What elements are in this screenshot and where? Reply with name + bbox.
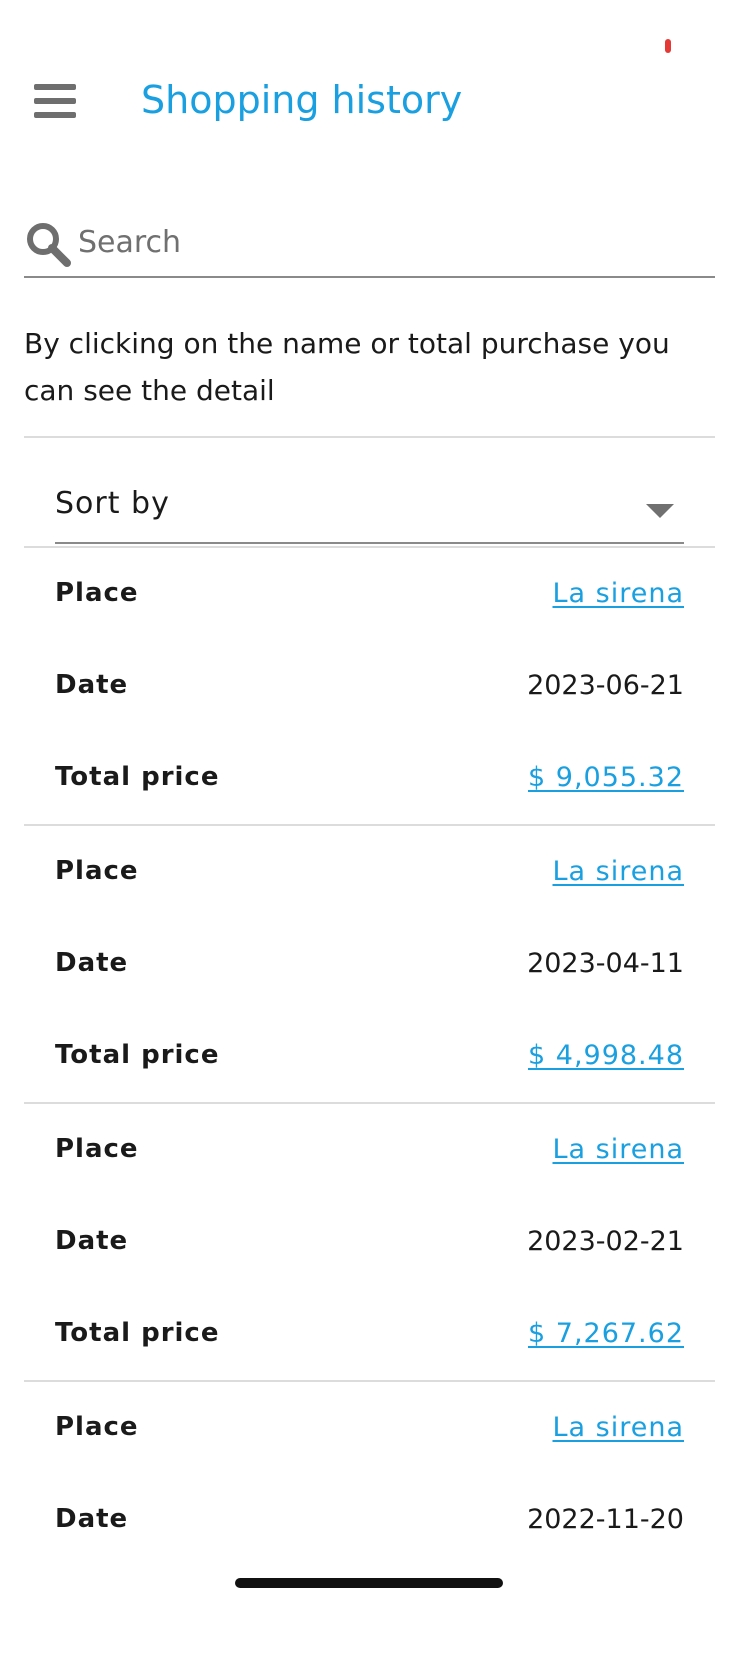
total-price-link[interactable]: $ 9,055.32	[528, 762, 684, 793]
total-price-row: Total price $ 4,998.48	[55, 1040, 684, 1080]
search-bar	[24, 216, 715, 278]
home-indicator[interactable]	[235, 1578, 503, 1588]
place-row: Place La sirena	[55, 1134, 684, 1174]
place-row: Place La sirena	[55, 1412, 684, 1452]
place-link[interactable]: La sirena	[552, 856, 684, 887]
purchase-record: Place La sirena Date 2023-04-11 Total pr…	[24, 826, 715, 1108]
date-label: Date	[55, 948, 129, 978]
total-price-label: Total price	[55, 1318, 220, 1348]
place-row: Place La sirena	[55, 856, 684, 896]
date-label: Date	[55, 670, 129, 700]
page-title: Shopping history	[141, 78, 463, 122]
place-row: Place La sirena	[55, 578, 684, 618]
app-bar: Shopping history	[0, 70, 739, 138]
place-link[interactable]: La sirena	[552, 1134, 684, 1165]
status-indicator	[665, 39, 671, 53]
menu-line	[34, 98, 76, 104]
hamburger-menu-icon[interactable]	[34, 82, 76, 120]
total-price-row: Total price $ 7,267.62	[55, 1318, 684, 1358]
date-row: Date 2023-04-11	[55, 948, 684, 988]
date-value: 2023-02-21	[527, 1226, 684, 1257]
divider	[24, 436, 715, 438]
date-row: Date 2023-06-21	[55, 670, 684, 710]
purchase-record: Place La sirena Date 2023-06-21 Total pr…	[24, 548, 715, 830]
caret-down-icon	[646, 504, 674, 518]
purchase-record: Place La sirena Date 2022-11-20	[24, 1382, 715, 1664]
date-row: Date 2022-11-20	[55, 1504, 684, 1544]
hint-text: By clicking on the name or total purchas…	[24, 327, 670, 407]
total-price-label: Total price	[55, 762, 220, 792]
search-icon	[27, 223, 71, 267]
sort-by-dropdown[interactable]: Sort by	[55, 474, 684, 544]
place-label: Place	[55, 856, 139, 886]
menu-line	[34, 112, 76, 118]
place-link[interactable]: La sirena	[552, 1412, 684, 1443]
place-link[interactable]: La sirena	[552, 578, 684, 609]
place-label: Place	[55, 1134, 139, 1164]
menu-line	[34, 84, 76, 90]
date-value: 2023-06-21	[527, 670, 684, 701]
date-value: 2023-04-11	[527, 948, 684, 979]
date-row: Date 2023-02-21	[55, 1226, 684, 1266]
date-label: Date	[55, 1226, 129, 1256]
total-price-row: Total price $ 9,055.32	[55, 762, 684, 802]
total-price-label: Total price	[55, 1040, 220, 1070]
date-label: Date	[55, 1504, 129, 1534]
sort-by-label: Sort by	[55, 486, 170, 521]
search-input[interactable]	[78, 222, 698, 262]
place-label: Place	[55, 578, 139, 608]
place-label: Place	[55, 1412, 139, 1442]
purchase-record: Place La sirena Date 2023-02-21 Total pr…	[24, 1104, 715, 1386]
date-value: 2022-11-20	[527, 1504, 684, 1535]
total-price-link[interactable]: $ 7,267.62	[528, 1318, 684, 1349]
total-price-link[interactable]: $ 4,998.48	[528, 1040, 684, 1071]
